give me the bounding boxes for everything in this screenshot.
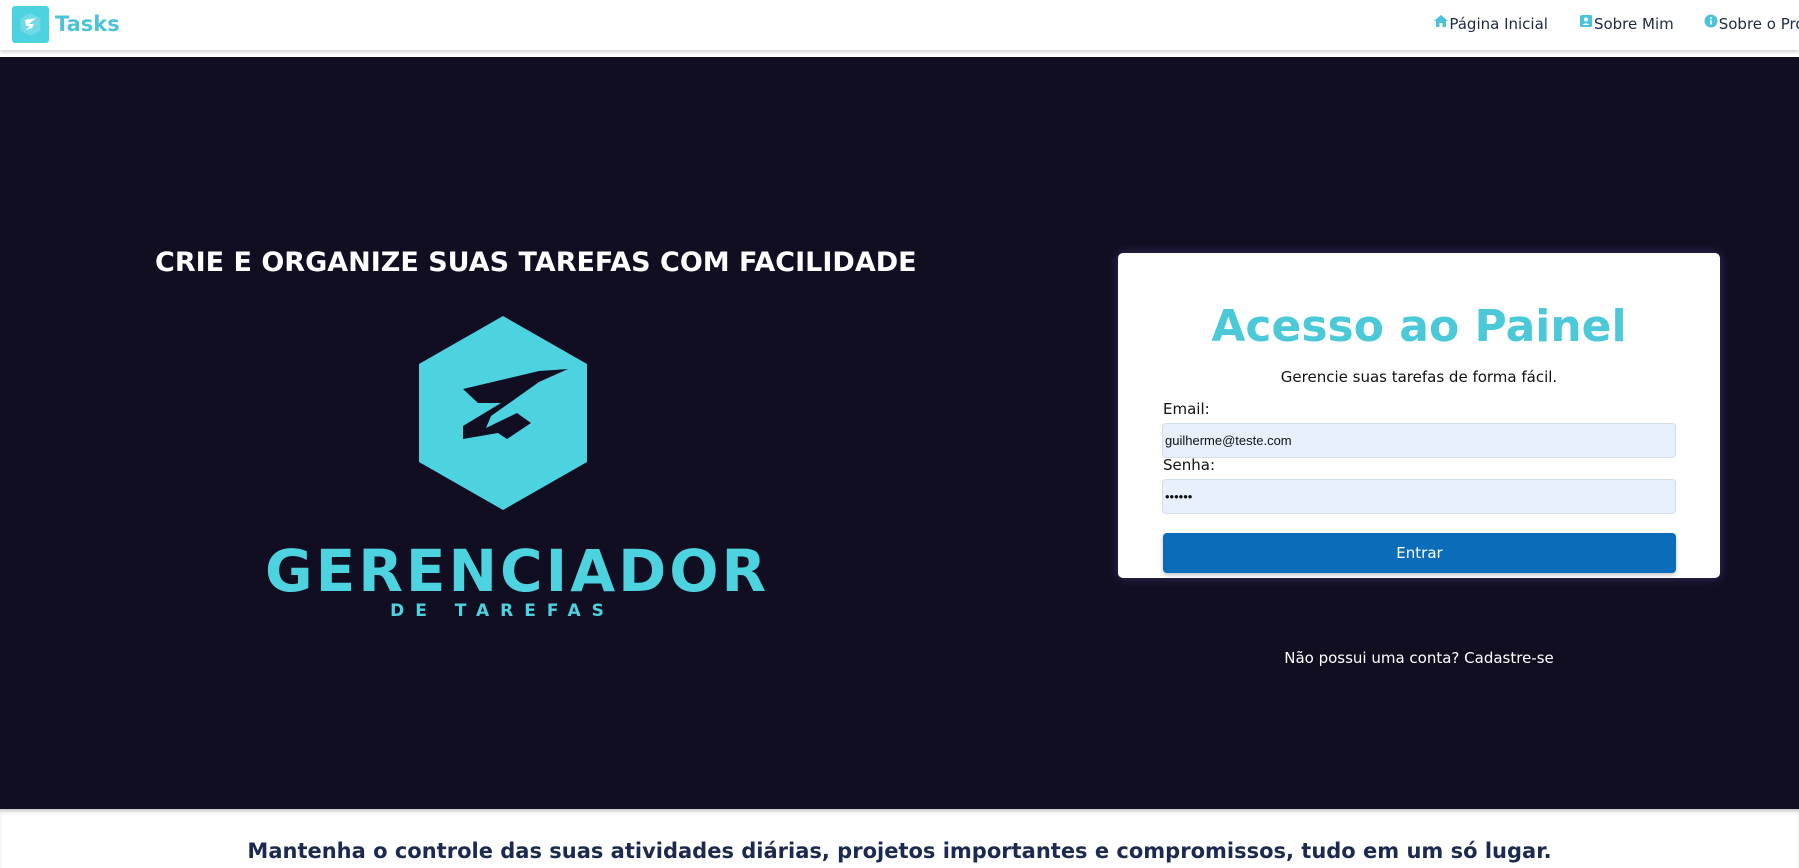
nav-about-project-label: Sobre o Projeto [1718,15,1799,33]
login-title: Acesso ao Painel [1211,301,1627,352]
info-section: Mantenha o controle das suas atividades … [0,809,1799,868]
nav-home-link[interactable]: Página Inicial [1433,15,1548,33]
brand-name: Tasks [55,12,120,36]
brand-link[interactable]: Tasks [12,5,120,43]
info-icon [1703,13,1719,29]
hero-section: CRIE E ORGANIZE SUAS TAREFAS COM FACILID… [0,57,1799,809]
logo-subtitle: DE TAREFAS [390,601,615,621]
top-navbar: Tasks Página Inicial Sobre Mim Sobre o P… [0,0,1799,50]
nav-about-me-label: Sobre Mim [1593,15,1674,33]
logo-wordmark: GERENCIADOR [265,537,770,605]
password-label: Senha: [1163,456,1216,474]
hero-title: CRIE E ORGANIZE SUAS TAREFAS COM FACILID… [155,247,917,278]
z-hexagon-logo-icon [12,5,49,43]
tagline: Mantenha o controle das suas atividades … [247,839,1552,863]
email-field[interactable] [1162,423,1676,458]
nav-about-me-link[interactable]: Sobre Mim [1578,15,1674,33]
nav-about-project-link[interactable]: Sobre o Projeto [1703,13,1799,33]
main-nav: Página Inicial Sobre Mim Sobre o Projeto [1433,12,1799,36]
email-label: Email: [1163,400,1210,418]
login-submit-button[interactable]: Entrar [1163,533,1676,573]
login-subtitle: Gerencie suas tarefas de forma fácil. [1280,368,1558,386]
password-field[interactable] [1162,479,1676,514]
login-card: Acesso ao Painel Gerencie suas tarefas d… [1118,253,1720,578]
nav-home-label: Página Inicial [1449,15,1548,33]
home-icon [1433,13,1449,29]
user-card-icon [1578,13,1594,29]
signup-link[interactable]: Não possui uma conta? Cadastre-se [1118,649,1720,667]
z-hexagon-logo-icon [419,316,587,510]
